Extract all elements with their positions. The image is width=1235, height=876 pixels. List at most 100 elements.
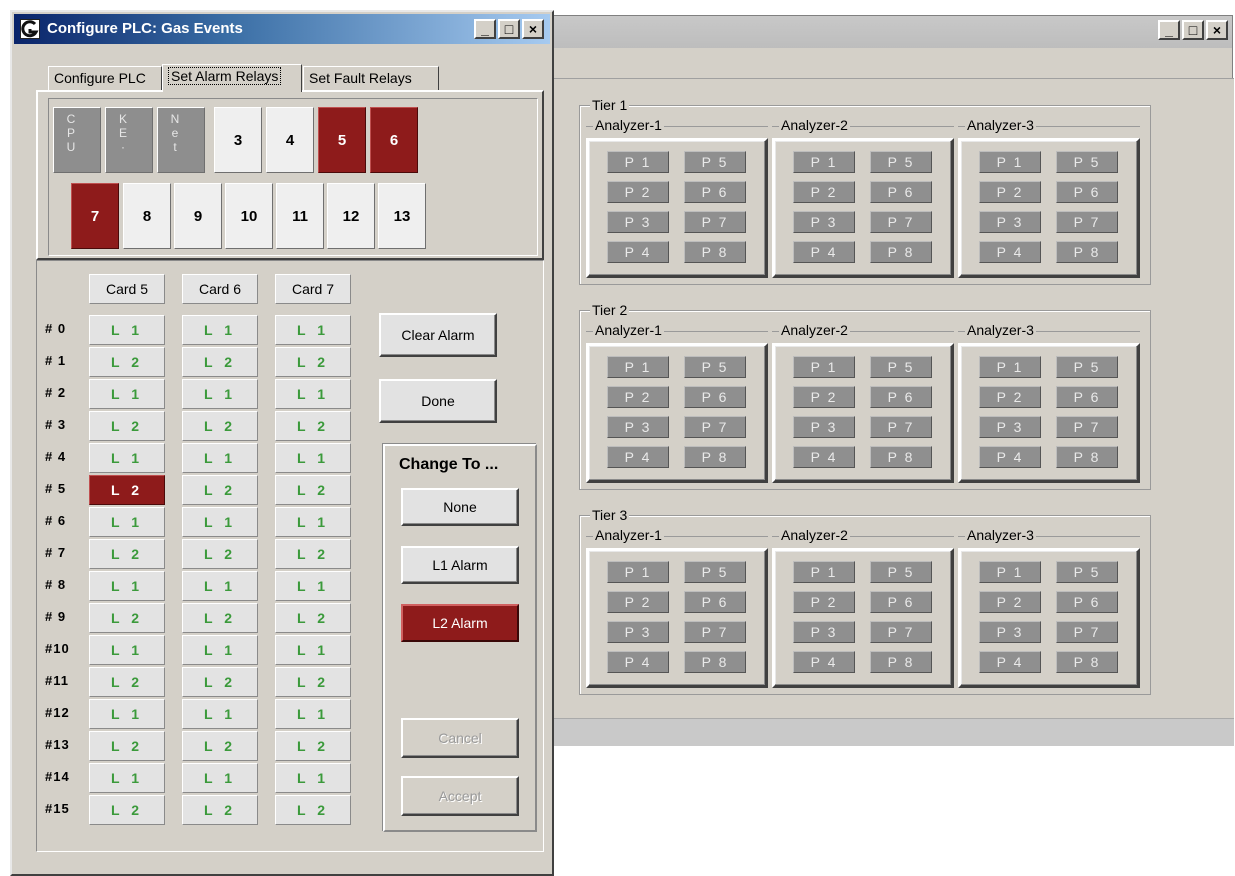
relay-cell-button[interactable]: L 1 xyxy=(89,443,165,473)
point-button[interactable]: P 8 xyxy=(870,446,932,468)
relay-cell-button[interactable]: L 1 xyxy=(89,571,165,601)
point-button[interactable]: P 7 xyxy=(1056,621,1118,643)
accept-button[interactable]: Accept xyxy=(401,776,519,816)
done-button[interactable]: Done xyxy=(379,379,497,423)
point-button[interactable]: P 6 xyxy=(1056,386,1118,408)
card-slot[interactable]: Net xyxy=(157,107,205,173)
point-button[interactable]: P 6 xyxy=(684,181,746,203)
point-button[interactable]: P 6 xyxy=(870,591,932,613)
point-button[interactable]: P 1 xyxy=(979,151,1041,173)
close-icon[interactable]: × xyxy=(522,19,544,39)
back-window-titlebar[interactable]: _ □ × xyxy=(549,16,1232,48)
point-button[interactable]: P 3 xyxy=(979,211,1041,233)
point-button[interactable]: P 5 xyxy=(684,561,746,583)
point-button[interactable]: P 6 xyxy=(1056,591,1118,613)
card-slot[interactable]: 13 xyxy=(378,183,426,249)
option-l1-alarm-button[interactable]: L1 Alarm xyxy=(401,546,519,584)
point-button[interactable]: P 5 xyxy=(1056,356,1118,378)
point-button[interactable]: P 8 xyxy=(684,241,746,263)
point-button[interactable]: P 3 xyxy=(793,416,855,438)
point-button[interactable]: P 8 xyxy=(684,446,746,468)
relay-cell-button[interactable]: L 2 xyxy=(182,603,258,633)
point-button[interactable]: P 5 xyxy=(684,356,746,378)
point-button[interactable]: P 7 xyxy=(870,621,932,643)
card-slot[interactable]: 3 xyxy=(214,107,262,173)
relay-cell-button[interactable]: L 1 xyxy=(275,507,351,537)
point-button[interactable]: P 7 xyxy=(684,211,746,233)
relay-cell-button[interactable]: L 2 xyxy=(182,539,258,569)
cancel-button[interactable]: Cancel xyxy=(401,718,519,758)
card-slot[interactable]: 7 xyxy=(71,183,119,249)
point-button[interactable]: P 2 xyxy=(607,181,669,203)
relay-cell-button[interactable]: L 1 xyxy=(275,315,351,345)
relay-cell-button[interactable]: L 1 xyxy=(89,635,165,665)
relay-cell-button[interactable]: L 2 xyxy=(275,475,351,505)
point-button[interactable]: P 4 xyxy=(793,651,855,673)
relay-cell-button[interactable]: L 1 xyxy=(182,315,258,345)
point-button[interactable]: P 4 xyxy=(793,241,855,263)
point-button[interactable]: P 7 xyxy=(1056,211,1118,233)
point-button[interactable]: P 7 xyxy=(1056,416,1118,438)
relay-cell-button[interactable]: L 2 xyxy=(275,603,351,633)
card-slot[interactable]: 4 xyxy=(266,107,314,173)
point-button[interactable]: P 5 xyxy=(1056,151,1118,173)
point-button[interactable]: P 3 xyxy=(793,621,855,643)
card-slot[interactable]: 6 xyxy=(370,107,418,173)
point-button[interactable]: P 5 xyxy=(870,561,932,583)
point-button[interactable]: P 4 xyxy=(607,241,669,263)
relay-cell-button[interactable]: L 2 xyxy=(89,603,165,633)
point-button[interactable]: P 2 xyxy=(793,591,855,613)
point-button[interactable]: P 2 xyxy=(979,591,1041,613)
relay-cell-button[interactable]: L 1 xyxy=(182,507,258,537)
point-button[interactable]: P 1 xyxy=(979,561,1041,583)
card-slot[interactable]: 10 xyxy=(225,183,273,249)
relay-cell-button[interactable]: L 2 xyxy=(182,411,258,441)
point-button[interactable]: P 7 xyxy=(684,416,746,438)
maximize-icon[interactable]: □ xyxy=(1182,20,1204,40)
card-slot[interactable]: 9 xyxy=(174,183,222,249)
clear-alarm-button[interactable]: Clear Alarm xyxy=(379,313,497,357)
point-button[interactable]: P 5 xyxy=(870,151,932,173)
point-button[interactable]: P 4 xyxy=(979,241,1041,263)
point-button[interactable]: P 3 xyxy=(607,621,669,643)
point-button[interactable]: P 5 xyxy=(684,151,746,173)
card-slot[interactable]: CPU xyxy=(53,107,101,173)
relay-cell-button[interactable]: L 2 xyxy=(275,731,351,761)
point-button[interactable]: P 5 xyxy=(1056,561,1118,583)
point-button[interactable]: P 7 xyxy=(870,211,932,233)
point-button[interactable]: P 6 xyxy=(870,181,932,203)
option-l2-alarm-button[interactable]: L2 Alarm xyxy=(401,604,519,642)
relay-cell-button[interactable]: L 1 xyxy=(275,763,351,793)
point-button[interactable]: P 6 xyxy=(870,386,932,408)
front-window-titlebar[interactable]: Configure PLC: Gas Events _ □ × xyxy=(14,14,550,44)
relay-cell-button[interactable]: L 2 xyxy=(89,731,165,761)
point-button[interactable]: P 4 xyxy=(979,446,1041,468)
point-button[interactable]: P 2 xyxy=(979,386,1041,408)
relay-cell-button[interactable]: L 1 xyxy=(182,571,258,601)
relay-cell-button[interactable]: L 2 xyxy=(182,347,258,377)
point-button[interactable]: P 7 xyxy=(684,621,746,643)
relay-cell-button[interactable]: L 1 xyxy=(89,699,165,729)
point-button[interactable]: P 1 xyxy=(607,356,669,378)
point-button[interactable]: P 4 xyxy=(607,651,669,673)
point-button[interactable]: P 3 xyxy=(607,211,669,233)
point-button[interactable]: P 5 xyxy=(870,356,932,378)
option-none-button[interactable]: None xyxy=(401,488,519,526)
point-button[interactable]: P 4 xyxy=(793,446,855,468)
relay-cell-button[interactable]: L 1 xyxy=(89,379,165,409)
card-slot[interactable]: 11 xyxy=(276,183,324,249)
tab-set-fault-relays[interactable]: Set Fault Relays xyxy=(303,66,439,92)
tab-configure-plc[interactable]: Configure PLC xyxy=(48,66,162,92)
relay-cell-button[interactable]: L 1 xyxy=(182,379,258,409)
relay-cell-button[interactable]: L 2 xyxy=(89,667,165,697)
card-slot[interactable]: KE· xyxy=(105,107,153,173)
point-button[interactable]: P 4 xyxy=(607,446,669,468)
point-button[interactable]: P 7 xyxy=(870,416,932,438)
minimize-icon[interactable]: _ xyxy=(474,19,496,39)
tab-set-alarm-relays[interactable]: Set Alarm Relays xyxy=(162,64,302,92)
relay-cell-button[interactable]: L 2 xyxy=(182,667,258,697)
minimize-icon[interactable]: _ xyxy=(1158,20,1180,40)
point-button[interactable]: P 3 xyxy=(793,211,855,233)
point-button[interactable]: P 1 xyxy=(607,561,669,583)
relay-cell-button[interactable]: L 2 xyxy=(89,411,165,441)
